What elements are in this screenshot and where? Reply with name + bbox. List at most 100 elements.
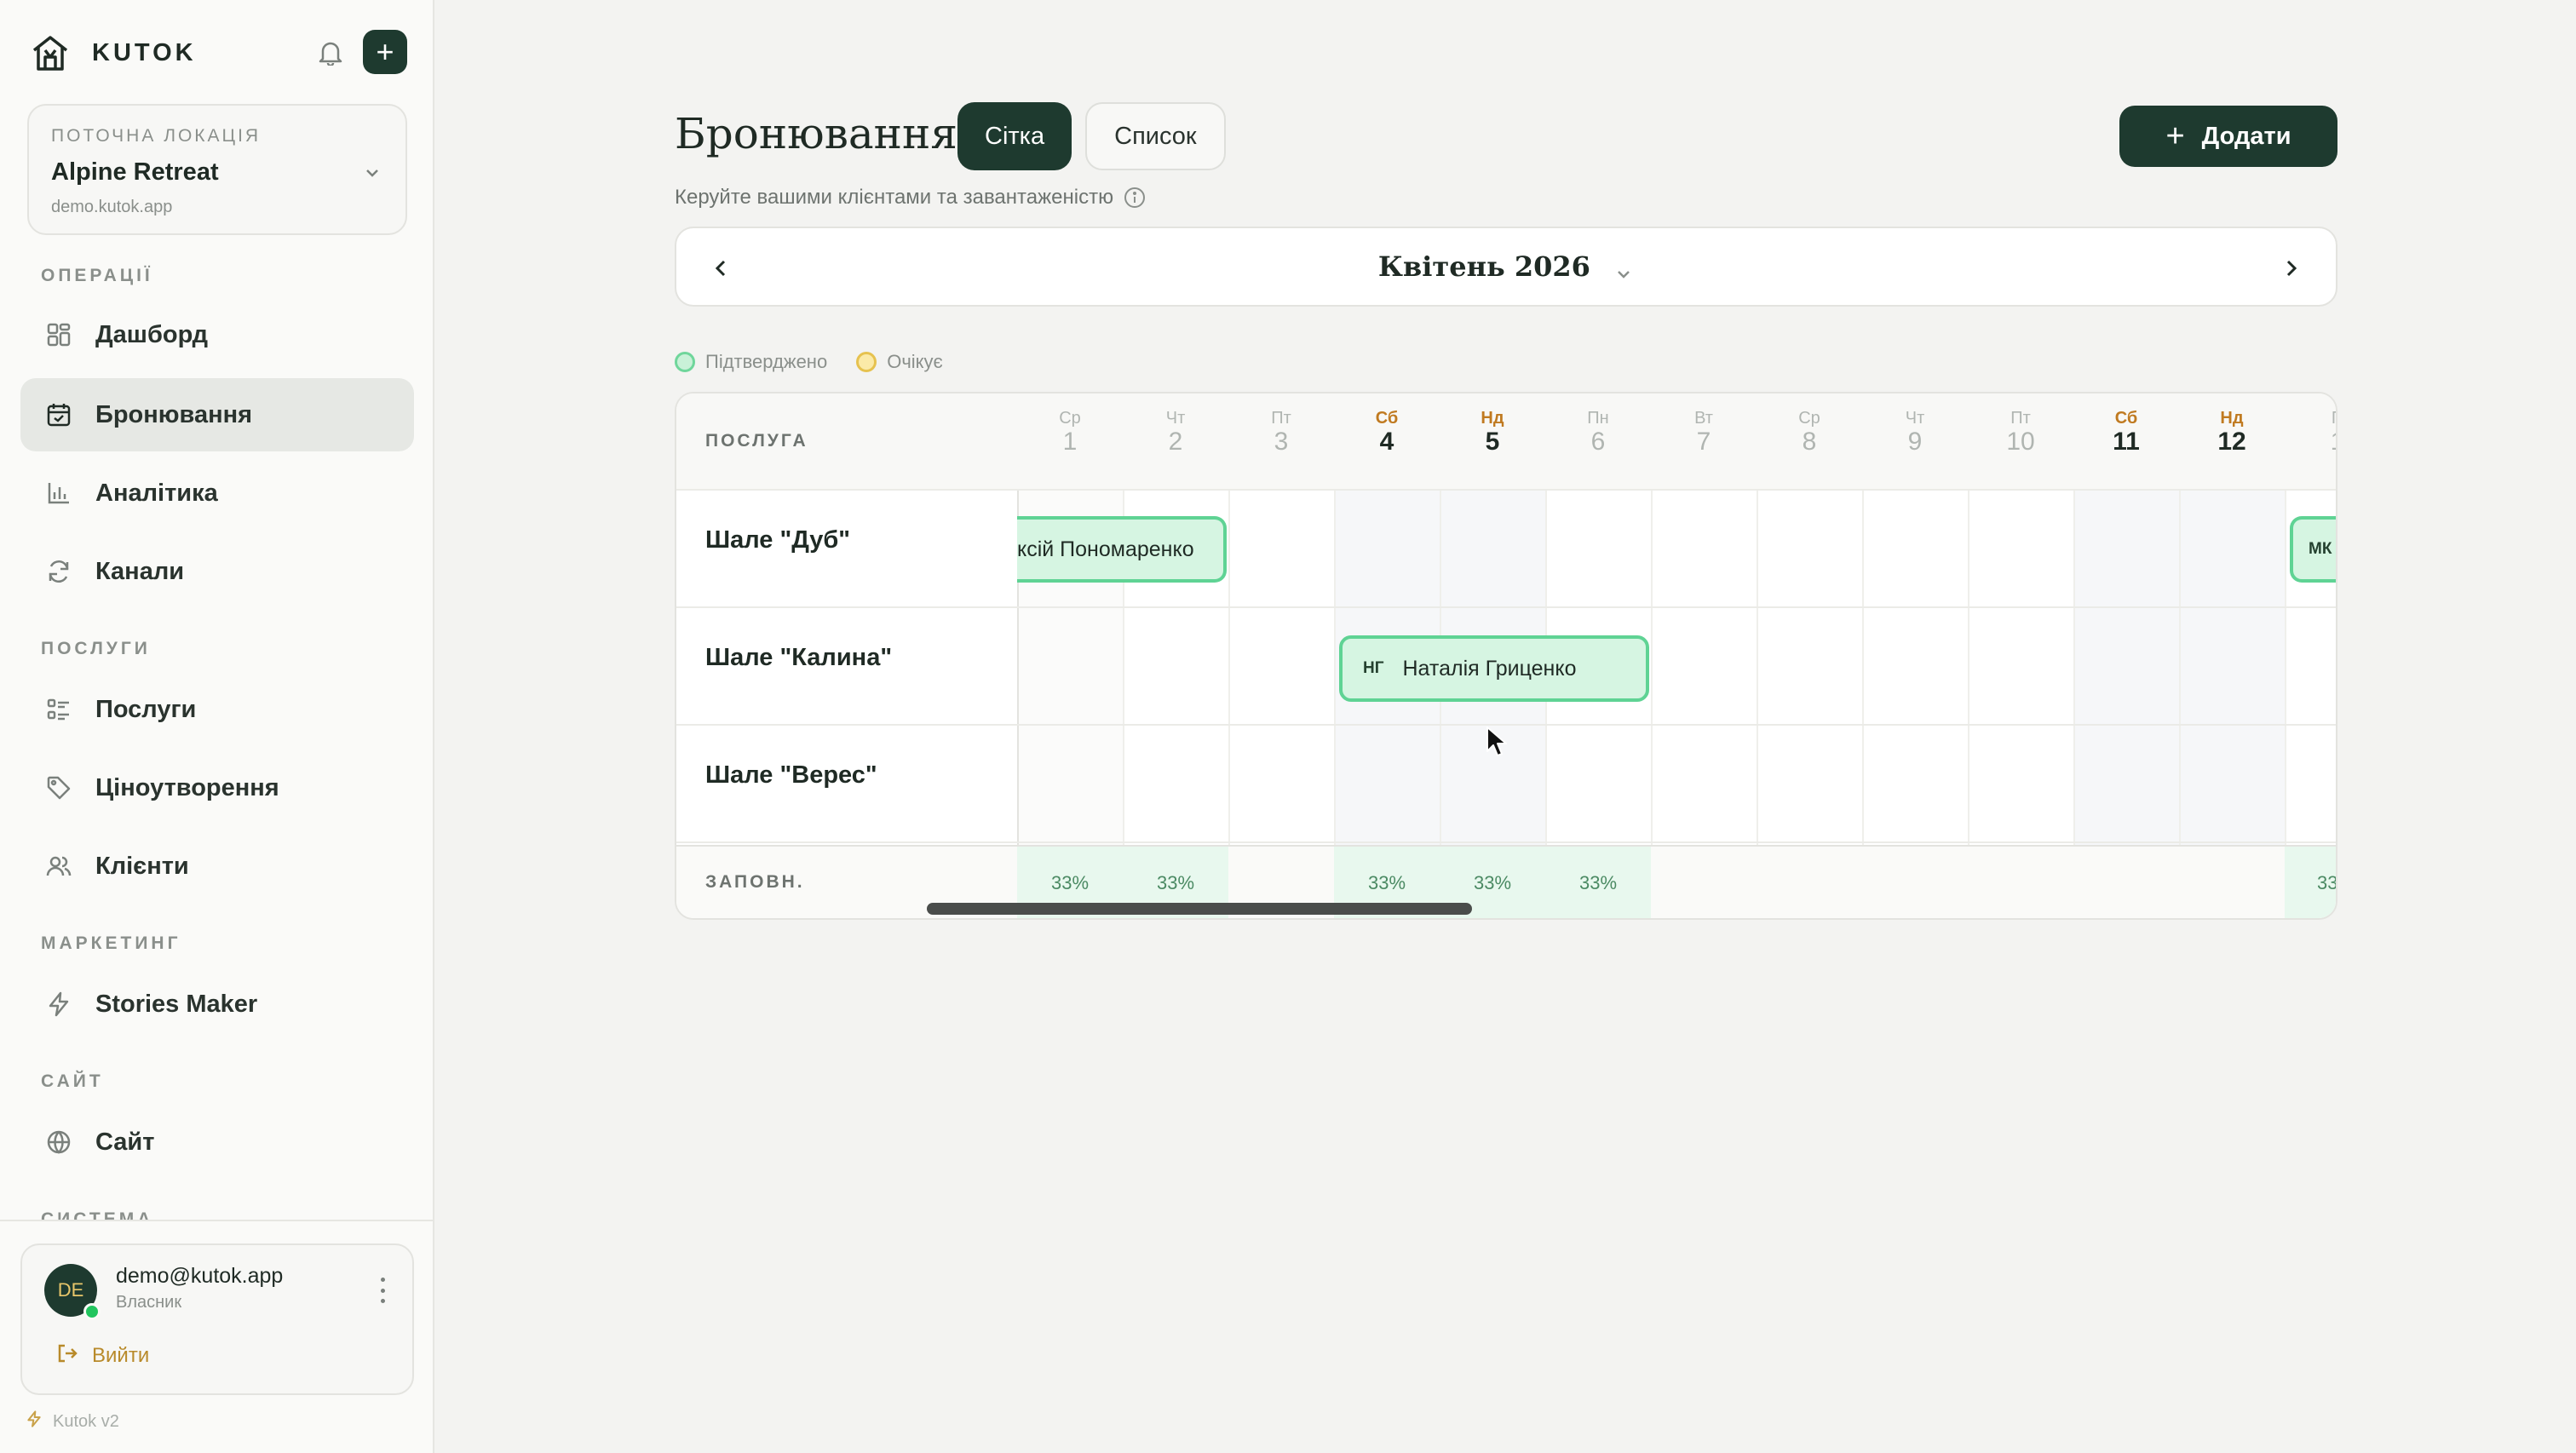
- nav-channels[interactable]: Канали: [20, 535, 414, 608]
- view-grid-button[interactable]: Сітка: [957, 102, 1072, 170]
- quick-add-button[interactable]: +: [363, 30, 407, 74]
- info-icon[interactable]: [1124, 187, 1146, 209]
- nav-site[interactable]: Сайт: [20, 1106, 414, 1179]
- bell-icon[interactable]: [315, 36, 346, 70]
- day-number: 7: [1696, 428, 1711, 456]
- day-header[interactable]: Нд 5: [1440, 393, 1545, 491]
- day-number: 10: [2006, 428, 2035, 456]
- legend-pending: Очікує: [856, 351, 943, 373]
- service-name[interactable]: Шале "Дуб": [705, 526, 850, 554]
- mouse-cursor-icon: [1486, 726, 1508, 758]
- sidebar-divider: [0, 1220, 433, 1221]
- bar-chart-icon: [44, 479, 73, 508]
- grid-header: ПОСЛУГА Ср 1 Чт 2 Пт 3 Сб 4 Нд 5 Пн 6 Вт 7 Ср 8 …: [676, 393, 2336, 491]
- day-number: 5: [1485, 428, 1500, 456]
- brand-name: KUTOK: [92, 38, 197, 66]
- logout-label: Вийти: [92, 1343, 150, 1367]
- plus-icon: +: [376, 34, 394, 69]
- chevron-down-icon: [361, 162, 383, 184]
- day-header[interactable]: Вт 7: [1651, 393, 1757, 491]
- nav-site-label: Сайт: [95, 1128, 155, 1156]
- day-header[interactable]: П1: [2285, 393, 2336, 491]
- day-number: 8: [1802, 428, 1817, 456]
- plus-icon: +: [2165, 118, 2185, 154]
- day-header[interactable]: Пт 3: [1228, 393, 1334, 491]
- tag-icon: [44, 773, 73, 802]
- day-of-week: Ср: [1798, 409, 1820, 428]
- day-number: 4: [1379, 428, 1394, 456]
- location-label: ПОТОЧНА ЛОКАЦІЯ: [51, 126, 262, 146]
- nav-pricing-label: Ціноутворення: [95, 773, 279, 801]
- day-number: 1: [1062, 428, 1078, 456]
- nav-stories-label: Stories Maker: [95, 990, 258, 1018]
- day-of-week: Ср: [1059, 409, 1081, 428]
- nav-bookings-label: Бронювання: [95, 400, 253, 428]
- legend-confirmed: Підтверджено: [675, 351, 827, 373]
- section-operations: ОПЕРАЦІЇ: [41, 266, 153, 285]
- day-number: 9: [1907, 428, 1923, 456]
- day-header[interactable]: Ср 1: [1017, 393, 1123, 491]
- view-list-button[interactable]: Список: [1085, 102, 1226, 170]
- nav-dashboard-label: Дашборд: [95, 320, 208, 348]
- calendar-icon: [44, 400, 73, 429]
- logout-button[interactable]: Вийти: [56, 1342, 149, 1369]
- users-icon: [44, 852, 73, 881]
- day-header[interactable]: Чт 9: [1862, 393, 1968, 491]
- month-label: Квітень 2026: [1377, 250, 1590, 283]
- brand[interactable]: KUTOK: [29, 29, 197, 77]
- location-selector[interactable]: ПОТОЧНА ЛОКАЦІЯ Alpine Retreat demo.kuto…: [27, 104, 407, 235]
- day-of-week: Пт: [1271, 409, 1291, 428]
- service-name[interactable]: Шале "Калина": [705, 644, 892, 672]
- nav-clients[interactable]: Клієнти: [20, 830, 414, 903]
- day-of-week: Вт: [1694, 409, 1713, 428]
- horizontal-scrollbar[interactable]: [927, 903, 1472, 915]
- nav-analytics[interactable]: Аналітика: [20, 457, 414, 530]
- subtitle-text: Керуйте вашими клієнтами та завантаженіс…: [675, 186, 1114, 209]
- section-marketing: МАРКЕТИНГ: [41, 933, 181, 953]
- booking-guest-name: Наталія Гриценко: [1402, 656, 1577, 681]
- day-header[interactable]: Сб 4: [1334, 393, 1440, 491]
- day-header[interactable]: Нд 12: [2179, 393, 2285, 491]
- day-of-week: Пт: [2010, 409, 2031, 428]
- confirmed-dot-icon: [675, 352, 695, 372]
- nav-analytics-label: Аналітика: [95, 479, 218, 507]
- booking-guest-name: ксій Пономаренко: [1017, 537, 1194, 561]
- service-row: Шале "Дуб": [676, 491, 2336, 608]
- day-header[interactable]: Ср 8: [1757, 393, 1862, 491]
- day-header[interactable]: Пн 6: [1545, 393, 1651, 491]
- day-of-week: Сб: [2114, 409, 2138, 428]
- nav-channels-label: Канали: [95, 557, 185, 585]
- nav-dashboard[interactable]: Дашборд: [20, 298, 414, 371]
- day-number: 2: [1168, 428, 1183, 456]
- page-title: Бронювання: [675, 109, 957, 158]
- nav-services[interactable]: Послуги: [20, 673, 414, 746]
- add-booking-button[interactable]: + Додати: [2119, 106, 2337, 167]
- more-options-icon[interactable]: [378, 1278, 387, 1303]
- section-site: САЙТ: [41, 1071, 104, 1091]
- nav-stories-maker[interactable]: Stories Maker: [20, 968, 414, 1041]
- location-name: Alpine Retreat: [51, 158, 219, 186]
- chevron-right-icon[interactable]: [2276, 254, 2305, 283]
- day-header[interactable]: Сб 11: [2073, 393, 2179, 491]
- refresh-icon: [44, 557, 73, 586]
- booking-card[interactable]: НГ Наталія Гриценко: [1339, 635, 1649, 702]
- booking-grid: ПОСЛУГА Ср 1 Чт 2 Пт 3 Сб 4 Нд 5 Пн 6 Вт 7 Ср 8 …: [675, 392, 2337, 920]
- service-name[interactable]: Шале "Верес": [705, 761, 877, 790]
- month-selector[interactable]: Квітень 2026: [676, 250, 2336, 283]
- legend-confirmed-label: Підтверджено: [705, 351, 828, 372]
- booking-card[interactable]: МК: [2290, 516, 2336, 583]
- day-number: 3: [1274, 428, 1289, 456]
- month-navigator: Квітень 2026: [675, 227, 2337, 307]
- day-number: 11: [2113, 428, 2140, 456]
- day-header[interactable]: Пт 10: [1968, 393, 2073, 491]
- grid-icon: [44, 320, 73, 349]
- nav-pricing[interactable]: Ціноутворення: [20, 751, 414, 824]
- booking-guest-initials: НГ: [1363, 659, 1384, 677]
- day-of-week: Чт: [1165, 409, 1186, 428]
- online-status-dot: [83, 1303, 101, 1320]
- nav-bookings[interactable]: Бронювання: [20, 378, 414, 451]
- booking-guest-initials: МК: [2309, 540, 2332, 558]
- day-header[interactable]: Чт 2: [1123, 393, 1228, 491]
- list-icon: [44, 695, 73, 724]
- booking-card[interactable]: ксій Пономаренко: [1017, 516, 1227, 583]
